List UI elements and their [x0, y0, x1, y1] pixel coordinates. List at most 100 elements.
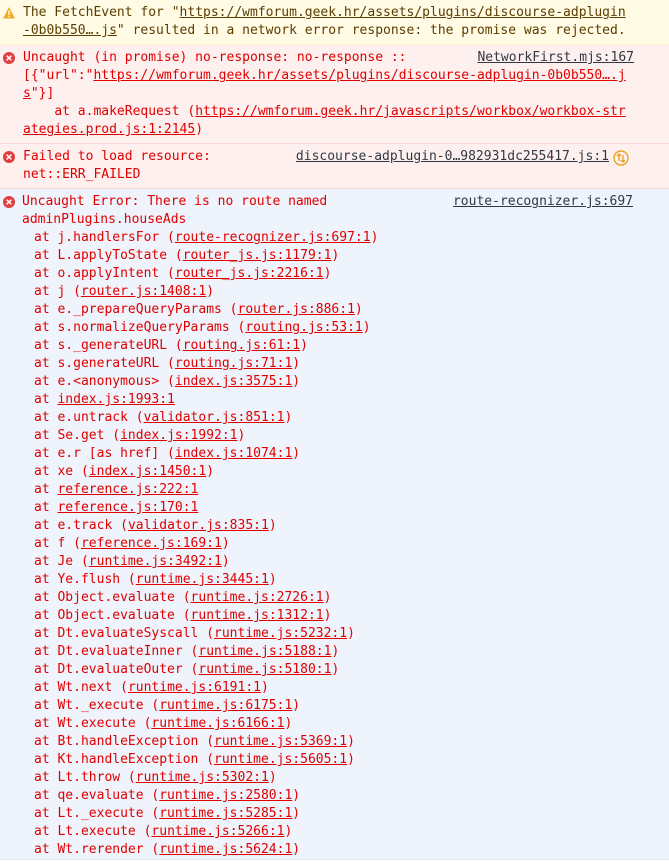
stack-frame: at s._generateURL (routing.js:61:1) [34, 338, 308, 353]
stack-frame: at Se.get (index.js:1992:1) [34, 428, 246, 443]
stack-frame-function: Lt.throw [57, 770, 121, 785]
stack-frame: at Object.evaluate (runtime.js:1312:1) [34, 608, 332, 623]
stack-frame-link[interactable]: index.js:1992:1 [120, 428, 237, 443]
stack-frame: at e.untrack (validator.js:851:1) [34, 410, 293, 425]
stack-frame-function: f [57, 536, 66, 551]
stack-frame-function: Dt.evaluateSyscall [57, 626, 199, 641]
stack-frame-function: Object.evaluate [57, 590, 175, 605]
stack-frame: at j.handlersFor (route-recognizer.js:69… [34, 230, 379, 245]
asset-link[interactable]: https://wmforum.geek.hr/assets/plugins/d… [23, 68, 626, 101]
stack-frame-link[interactable]: router.js:1408:1 [81, 284, 206, 299]
network-request-icon[interactable] [613, 150, 629, 166]
stack-frame: at s.normalizeQueryParams (routing.js:53… [34, 320, 371, 335]
stack-trace: at j.handlersFor (route-recognizer.js:69… [0, 229, 631, 859]
stack-frame-link[interactable]: validator.js:835:1 [128, 518, 269, 533]
stack-frame-link[interactable]: runtime.js:5624:1 [159, 842, 292, 857]
stack-frame-function: e._prepareQueryParams [57, 302, 222, 317]
stack-frame-link[interactable]: runtime.js:6175:1 [159, 698, 292, 713]
stack-frame-function: Wt.execute [57, 716, 136, 731]
stack-frame-link[interactable]: routing.js:53:1 [245, 320, 362, 335]
stack-frame-link[interactable]: runtime.js:3492:1 [89, 554, 222, 569]
stack-frame-link[interactable]: runtime.js:6166:1 [151, 716, 284, 731]
stack-frame: at qe.evaluate (runtime.js:2580:1) [34, 788, 301, 803]
stack-frame: at Bt.handleException (runtime.js:5369:1… [34, 734, 355, 749]
stack-frame-function: Lt._execute [57, 806, 144, 821]
stack-frame-function: Ye.flush [57, 572, 121, 587]
stack-frame-link[interactable]: index.js:1450:1 [89, 464, 206, 479]
stack-frame: at Dt.evaluateOuter (runtime.js:5180:1) [34, 662, 340, 677]
stack-frame: at L.applyToState (router_js.js:1179:1) [34, 248, 340, 263]
stack-frame-link[interactable]: reference.js:222:1 [57, 482, 198, 497]
stack-frame-function: j.handlersFor [57, 230, 160, 245]
stack-frame: at Lt.execute (runtime.js:5266:1) [34, 824, 293, 839]
stack-frame-link[interactable]: routing.js:71:1 [175, 356, 292, 371]
stack-frame: at j (router.js:1408:1) [34, 284, 215, 299]
stack-frame-link[interactable]: runtime.js:5285:1 [159, 806, 292, 821]
stack-frame: at Ye.flush (runtime.js:3445:1) [34, 572, 277, 587]
stack-frame-link[interactable]: router.js:886:1 [238, 302, 355, 317]
stack-frame-link[interactable]: runtime.js:5232:1 [214, 626, 347, 641]
stack-frame-function: e.track [57, 518, 113, 533]
source-link[interactable]: NetworkFirst.mjs:167 [477, 49, 634, 67]
stack-frame: at Lt.throw (runtime.js:5302:1) [34, 770, 277, 785]
stack-frame-function: s.generateURL [57, 356, 160, 371]
error-icon [3, 52, 15, 64]
stack-frame-link[interactable]: runtime.js:5302:1 [136, 770, 269, 785]
stack-frame-link[interactable]: index.js:3575:1 [175, 374, 292, 389]
stack-frame: at e._prepareQueryParams (router.js:886:… [34, 302, 363, 317]
stack-frame-function: s._generateURL [57, 338, 168, 353]
stack-frame: at Je (runtime.js:3492:1) [34, 554, 230, 569]
console-log: The FetchEvent for "https://wmforum.geek… [0, 0, 669, 860]
stack-frame: at o.applyIntent (router_js.js:2216:1) [34, 266, 332, 281]
stack-frame-link[interactable]: index.js:1993:1 [57, 392, 174, 407]
stack-frame-link[interactable]: runtime.js:2726:1 [191, 590, 324, 605]
stack-frame-function: Kt.handleException [57, 752, 199, 767]
error-icon [3, 151, 15, 163]
stack-frame: at e.track (validator.js:835:1) [34, 518, 277, 533]
stack-frame: at Object.evaluate (runtime.js:2726:1) [34, 590, 332, 605]
console-error-message: discourse-adplugin-0…982931dc255417.js:1… [0, 144, 669, 189]
stack-frame-link[interactable]: runtime.js:5369:1 [214, 734, 347, 749]
stack-frame: at Dt.evaluateInner (runtime.js:5188:1) [34, 644, 340, 659]
stack-frame-function: Object.evaluate [57, 608, 175, 623]
stack-frame: at Kt.handleException (runtime.js:5605:1… [34, 752, 355, 767]
stack-frame-function: o.applyIntent [57, 266, 160, 281]
stack-frame-function: e.untrack [57, 410, 128, 425]
stack-frame-link[interactable]: runtime.js:3445:1 [136, 572, 269, 587]
stack-frame: at s.generateURL (routing.js:71:1) [34, 356, 301, 371]
warning-icon [3, 7, 15, 19]
stack-frame: at e.r [as href] (index.js:1074:1) [34, 446, 301, 461]
source-link[interactable]: discourse-adplugin-0…982931dc255417.js:1 [296, 148, 609, 166]
stack-frame-link[interactable]: index.js:1074:1 [175, 446, 292, 461]
stack-frame: at e.<anonymous> (index.js:3575:1) [34, 374, 301, 389]
stack-frame: at Wt.next (runtime.js:6191:1) [34, 680, 269, 695]
stack-frame-function: Wt._execute [57, 698, 144, 713]
stack-frame-link[interactable]: runtime.js:1312:1 [191, 608, 324, 623]
stack-frame: at Wt.execute (runtime.js:6166:1) [34, 716, 293, 731]
stack-frame-link[interactable]: validator.js:851:1 [144, 410, 285, 425]
stack-frame-link[interactable]: runtime.js:2580:1 [159, 788, 292, 803]
source-link[interactable]: route-recognizer.js:697 [453, 193, 633, 211]
stack-frame-function: xe [57, 464, 74, 479]
stack-frame: at Wt.rerender (runtime.js:5624:1) [34, 842, 301, 857]
stack-frame-link[interactable]: route-recognizer.js:697:1 [175, 230, 371, 245]
stack-frame-link[interactable]: reference.js:170:1 [57, 500, 198, 515]
stack-frame-function: Dt.evaluateInner [57, 644, 183, 659]
warning-text: The FetchEvent for "https://wmforum.geek… [23, 5, 626, 38]
stack-frame-link[interactable]: router_js.js:2216:1 [175, 266, 324, 281]
stack-frame-link[interactable]: runtime.js:5180:1 [198, 662, 331, 677]
error-icon [3, 196, 15, 208]
stack-frame-link[interactable]: reference.js:169:1 [81, 536, 222, 551]
stack-frame-function: e.<anonymous> [57, 374, 160, 389]
stack-frame-link[interactable]: routing.js:61:1 [183, 338, 300, 353]
stack-frame-link[interactable]: runtime.js:5605:1 [214, 752, 347, 767]
stack-frame-function: s.normalizeQueryParams [57, 320, 230, 335]
stack-frame-link[interactable]: router_js.js:1179:1 [183, 248, 332, 263]
stack-frame-link[interactable]: runtime.js:5266:1 [151, 824, 284, 839]
stack-frame-link[interactable]: runtime.js:6191:1 [128, 680, 261, 695]
stack-frame-link[interactable]: runtime.js:5188:1 [198, 644, 331, 659]
stack-frame-function: Wt.next [57, 680, 113, 695]
stack-frame-function: Bt.handleException [57, 734, 199, 749]
stack-frame-function: Je [57, 554, 74, 569]
stack-frame: at xe (index.js:1450:1) [34, 464, 215, 479]
